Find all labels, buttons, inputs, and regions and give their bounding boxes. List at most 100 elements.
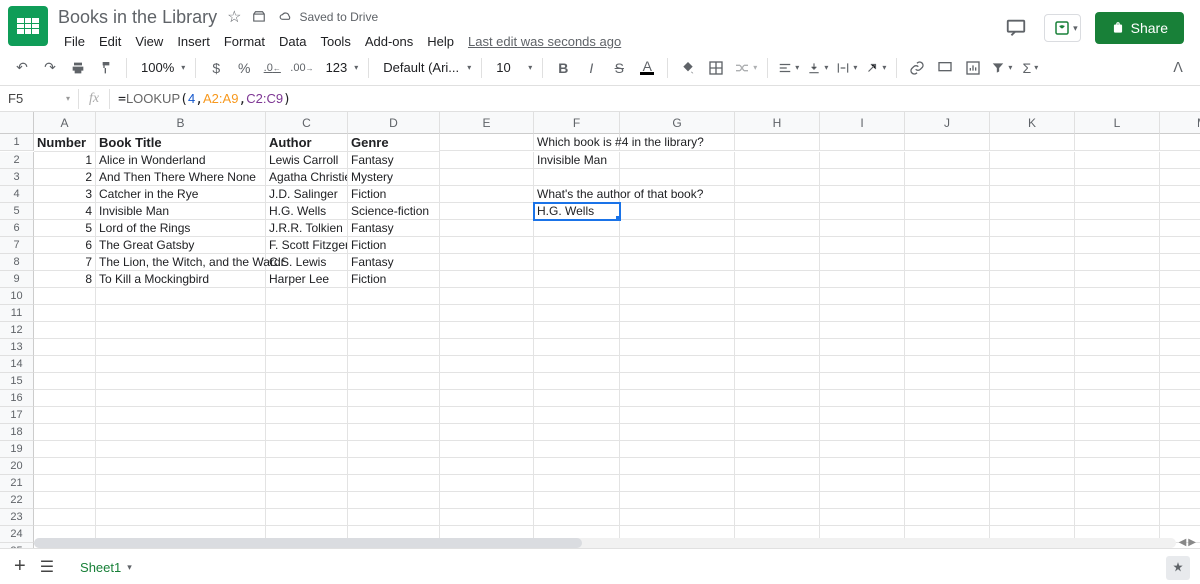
cell[interactable] <box>440 458 534 475</box>
cell[interactable]: Science-fiction <box>348 203 440 220</box>
cell[interactable] <box>1160 339 1200 356</box>
cell[interactable] <box>266 441 348 458</box>
cell[interactable] <box>820 424 905 441</box>
col-header[interactable]: A <box>34 112 96 134</box>
cell[interactable] <box>266 492 348 509</box>
row-header[interactable]: 12 <box>0 322 34 339</box>
cell[interactable] <box>735 322 820 339</box>
cell[interactable] <box>348 424 440 441</box>
borders-button[interactable] <box>704 55 728 81</box>
present-button[interactable]: ▾ <box>1044 14 1081 42</box>
cell[interactable] <box>620 492 735 509</box>
cell[interactable] <box>440 288 534 305</box>
cell[interactable] <box>620 407 735 424</box>
cell[interactable] <box>620 305 735 322</box>
cell[interactable] <box>820 254 905 271</box>
cell[interactable] <box>534 288 620 305</box>
cell[interactable]: Fiction <box>348 271 440 288</box>
cell[interactable] <box>1160 441 1200 458</box>
collapse-toolbar-icon[interactable]: ᐱ <box>1166 55 1190 81</box>
cell[interactable] <box>820 134 905 151</box>
cell[interactable]: H.G. Wells <box>266 203 348 220</box>
row-header[interactable]: 6 <box>0 220 34 237</box>
cell[interactable] <box>820 152 905 169</box>
explore-button[interactable] <box>1166 556 1190 580</box>
cell[interactable] <box>1160 492 1200 509</box>
cell[interactable] <box>905 407 990 424</box>
cell[interactable] <box>96 390 266 407</box>
cell[interactable] <box>905 152 990 169</box>
cell[interactable] <box>34 424 96 441</box>
cell[interactable] <box>620 356 735 373</box>
fill-color-button[interactable] <box>676 55 700 81</box>
cell[interactable] <box>1160 356 1200 373</box>
cell[interactable] <box>534 322 620 339</box>
cell[interactable] <box>34 458 96 475</box>
comments-icon[interactable] <box>1002 14 1030 42</box>
cell[interactable] <box>266 458 348 475</box>
cell[interactable] <box>266 407 348 424</box>
cell[interactable]: Agatha Christie <box>266 169 348 186</box>
cell[interactable] <box>1160 254 1200 271</box>
cell[interactable] <box>348 322 440 339</box>
cell[interactable] <box>820 271 905 288</box>
cell[interactable] <box>990 339 1075 356</box>
cloud-icon[interactable]: Saved to Drive <box>277 10 378 24</box>
cell[interactable] <box>440 203 534 220</box>
cell[interactable] <box>534 220 620 237</box>
cell[interactable] <box>534 492 620 509</box>
bold-button[interactable]: B <box>551 55 575 81</box>
cell[interactable] <box>620 458 735 475</box>
cell[interactable] <box>1075 169 1160 186</box>
cell[interactable] <box>820 407 905 424</box>
cell[interactable] <box>440 424 534 441</box>
row-header[interactable]: 14 <box>0 356 34 373</box>
row-header[interactable]: 7 <box>0 237 34 254</box>
cell[interactable] <box>534 441 620 458</box>
cell[interactable] <box>534 169 620 186</box>
cell[interactable] <box>348 288 440 305</box>
cell[interactable] <box>990 254 1075 271</box>
cell[interactable] <box>820 373 905 390</box>
cell[interactable] <box>820 339 905 356</box>
cell[interactable] <box>735 271 820 288</box>
cell[interactable] <box>820 220 905 237</box>
cell[interactable] <box>34 356 96 373</box>
cell[interactable] <box>735 441 820 458</box>
cell[interactable] <box>620 169 735 186</box>
cell[interactable] <box>735 203 820 220</box>
cell[interactable] <box>534 424 620 441</box>
cell[interactable]: 3 <box>34 186 96 203</box>
cell[interactable] <box>1075 390 1160 407</box>
cell[interactable]: Invisible Man <box>534 152 620 169</box>
cell[interactable] <box>96 509 266 526</box>
cell[interactable] <box>1160 509 1200 526</box>
cell[interactable]: To Kill a Mockingbird <box>96 271 266 288</box>
sheets-logo[interactable] <box>8 6 48 46</box>
cell[interactable] <box>905 237 990 254</box>
cell[interactable]: J.R.R. Tolkien <box>266 220 348 237</box>
merge-button[interactable] <box>732 55 759 81</box>
star-icon[interactable]: ☆ <box>227 7 241 27</box>
cell[interactable] <box>620 441 735 458</box>
cell[interactable] <box>735 424 820 441</box>
cell[interactable] <box>34 339 96 356</box>
cell[interactable] <box>348 373 440 390</box>
cell[interactable] <box>34 475 96 492</box>
cell[interactable] <box>534 509 620 526</box>
cell[interactable] <box>990 390 1075 407</box>
filter-icon[interactable] <box>989 55 1014 81</box>
cell[interactable] <box>620 373 735 390</box>
cell[interactable] <box>1075 458 1160 475</box>
cell[interactable]: Lord of the Rings <box>96 220 266 237</box>
cell[interactable] <box>348 475 440 492</box>
cell[interactable] <box>990 203 1075 220</box>
col-header[interactable]: L <box>1075 112 1160 134</box>
cell[interactable] <box>1160 305 1200 322</box>
chart-icon[interactable] <box>961 55 985 81</box>
cell[interactable]: 2 <box>34 169 96 186</box>
cell[interactable] <box>1160 169 1200 186</box>
cell[interactable]: Invisible Man <box>96 203 266 220</box>
cell[interactable] <box>34 509 96 526</box>
cell[interactable] <box>820 186 905 203</box>
